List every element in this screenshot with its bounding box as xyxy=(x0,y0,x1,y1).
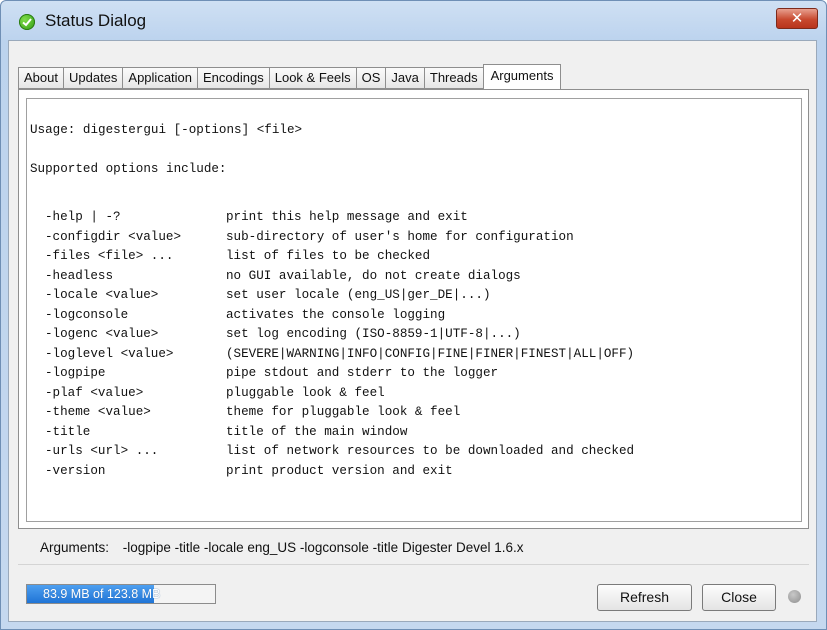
tab-java[interactable]: Java xyxy=(385,67,424,89)
option-description: set user locale (eng_US|ger_DE|...) xyxy=(226,288,491,302)
option-name: -help | -? xyxy=(45,210,121,224)
option-description: activates the console logging xyxy=(226,307,446,322)
option-name: -logconsole xyxy=(45,307,129,322)
arguments-label: Arguments: xyxy=(40,540,110,555)
option-description: pipe stdout and stderr to the logger xyxy=(226,366,499,380)
option-name: -theme <value> xyxy=(45,405,151,419)
option-name: -logpipe xyxy=(45,366,106,380)
tab-arguments[interactable]: Arguments xyxy=(482,64,562,90)
option-name: -loglevel <value> xyxy=(45,346,174,361)
tab-bar: About Updates Application Encodings Look & F… xyxy=(18,64,562,90)
status-indicator-icon xyxy=(788,590,801,603)
option-description: print product version and exit xyxy=(226,463,453,478)
usage-line: Usage: digestergui [-options] <file> xyxy=(30,123,303,137)
close-icon: ✕ xyxy=(790,9,804,27)
option-description: title of the main window xyxy=(226,424,408,439)
title-bar[interactable]: Status Dialog ✕ xyxy=(1,1,826,41)
memory-indicator[interactable]: 83.9 MB of 123.8 MB xyxy=(26,584,216,604)
option-name: -headless xyxy=(45,268,114,283)
option-name: -logenc <value> xyxy=(45,327,159,341)
option-name: -files <file> ... xyxy=(45,249,174,263)
tab-look-feels[interactable]: Look & Feels xyxy=(268,67,356,89)
option-description: pluggable look & feel xyxy=(226,385,385,400)
check-circle-icon xyxy=(19,14,35,30)
arguments-line: Arguments: -logpipe -title -locale eng_U… xyxy=(40,540,524,555)
option-description: theme for pluggable look & feel xyxy=(226,405,461,419)
option-description: no GUI available, do not create dialogs xyxy=(226,268,521,283)
option-name: -configdir <value> xyxy=(45,229,182,244)
option-description: list of network resources to be download… xyxy=(226,444,635,458)
tab-os[interactable]: OS xyxy=(355,67,386,89)
option-name: -version xyxy=(45,463,106,478)
window-close-button[interactable]: ✕ xyxy=(776,8,818,29)
option-name: -urls <url> ... xyxy=(45,444,159,458)
help-text-area[interactable]: Usage: digestergui [-options] <file> Sup… xyxy=(26,98,802,522)
tab-encodings[interactable]: Encodings xyxy=(197,67,269,89)
memory-usage-text: 83.9 MB of 123.8 MB xyxy=(43,587,161,601)
tab-about[interactable]: About xyxy=(18,67,63,89)
option-description: (SEVERE|WARNING|INFO|CONFIG|FINE|FINER|F… xyxy=(226,346,635,361)
option-description: list of files to be checked xyxy=(226,249,431,263)
option-description: print this help message and exit xyxy=(226,210,468,224)
tab-updates[interactable]: Updates xyxy=(62,67,123,89)
supported-options-heading: Supported options include: xyxy=(30,162,227,176)
option-name: -title xyxy=(45,424,91,439)
window-title: Status Dialog xyxy=(45,11,147,30)
option-name: -plaf <value> xyxy=(45,385,144,400)
refresh-button[interactable]: Refresh xyxy=(597,584,692,611)
close-button[interactable]: Close xyxy=(702,584,776,611)
tab-threads[interactable]: Threads xyxy=(423,67,483,89)
option-description: set log encoding (ISO-8859-1|UTF-8|...) xyxy=(226,327,521,341)
option-description: sub-directory of user's home for configu… xyxy=(226,229,574,244)
arguments-value: -logpipe -title -locale eng_US -logconso… xyxy=(122,540,524,555)
divider xyxy=(18,564,809,565)
option-name: -locale <value> xyxy=(45,288,159,302)
tab-application[interactable]: Application xyxy=(122,67,198,89)
